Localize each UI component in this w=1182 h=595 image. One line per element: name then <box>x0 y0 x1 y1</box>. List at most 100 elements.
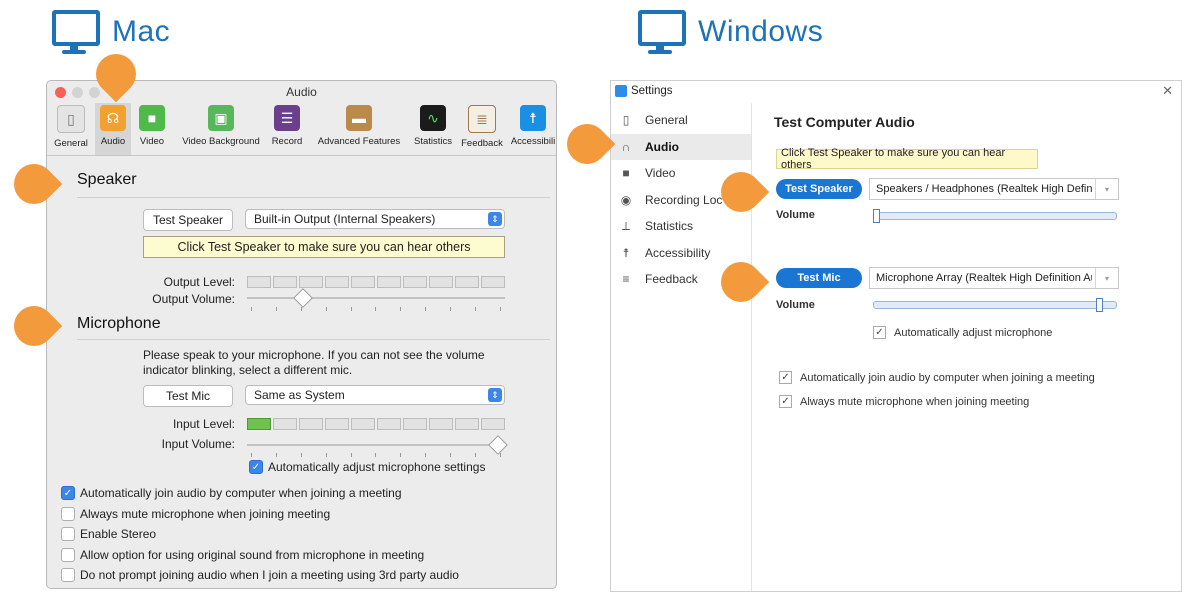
option-label: Do not prompt joining audio when I join … <box>80 568 459 582</box>
mac-heading: Mac <box>50 8 170 56</box>
chevron-down-icon: ▾ <box>1095 179 1118 199</box>
mac-heading-label: Mac <box>112 15 171 48</box>
mac-option-row[interactable]: Do not prompt joining audio when I join … <box>61 568 459 582</box>
option-label: Automatically join audio by computer whe… <box>800 371 1095 384</box>
option-checkbox[interactable]: ✓ <box>61 486 75 500</box>
output-volume-label: Output Volume: <box>152 292 235 306</box>
mac-option-row[interactable]: Always mute microphone when joining meet… <box>61 506 331 521</box>
meter-segment <box>377 276 401 288</box>
auto-adjust-checkbox[interactable]: ✓ <box>249 460 263 474</box>
mac-option-row[interactable]: Allow option for using original sound fr… <box>61 547 424 562</box>
chevron-down-icon: ▾ <box>1095 268 1118 288</box>
win-option-row[interactable]: ✓ Always mute microphone when joining mee… <box>779 395 1029 408</box>
option-checkbox[interactable] <box>61 506 75 521</box>
input-level-meter <box>247 418 505 430</box>
video-camera-icon: ■ <box>139 105 165 131</box>
option-checkbox[interactable] <box>61 568 75 582</box>
mic-volume-thumb[interactable] <box>1096 298 1104 312</box>
microphone-device-select[interactable]: Microphone Array (Realtek High Definitio… <box>869 267 1119 289</box>
checkmark-icon[interactable]: ✓ <box>873 326 886 339</box>
toolbar-item-audio[interactable]: ☊ Audio <box>95 103 131 155</box>
windows-titlebar: Settings ✕ <box>611 81 1181 103</box>
option-label: Always mute microphone when joining meet… <box>80 506 331 521</box>
mac-option-row[interactable]: ✓ Automatically join audio by computer wh… <box>61 486 402 500</box>
sidebar-item-label: Accessibility <box>645 245 711 260</box>
meter-segment <box>247 418 271 430</box>
meter-segment <box>481 418 505 430</box>
sidebar-item-label: Statistics <box>645 219 694 233</box>
test-speaker-tooltip: Click Test Speaker to make sure you can … <box>143 236 505 258</box>
test-mic-button[interactable]: Test Mic <box>143 385 233 407</box>
waveform-icon: ∿ <box>420 105 446 131</box>
meter-segment <box>403 276 427 288</box>
input-level-label: Input Level: <box>172 417 235 431</box>
option-label: Automatically join audio by computer whe… <box>80 486 402 500</box>
output-volume-slider[interactable] <box>247 297 505 299</box>
option-checkbox[interactable] <box>61 527 75 541</box>
toolbar-item-video[interactable]: ■ Video <box>137 103 167 155</box>
headphones-icon: ∩ <box>621 139 631 154</box>
toolbar-item-general[interactable]: ▯ General <box>51 103 91 155</box>
headphones-icon: ☊ <box>100 105 126 131</box>
slider-ticks <box>251 307 501 311</box>
meter-segment <box>247 276 271 288</box>
chevron-updown-icon: ⇕ <box>488 388 502 402</box>
microphone-device-value: Same as System <box>254 388 345 402</box>
meter-segment <box>429 418 453 430</box>
accessibility-icon: ☨ <box>622 245 630 260</box>
option-checkbox[interactable]: ✓ <box>779 371 792 384</box>
microphone-instructions: Please speak to your microphone. If you … <box>143 348 485 377</box>
output-level-meter <box>247 276 505 288</box>
mac-audio-window: Audio ▯ General ☊ Audio ■ Video ▣ Video … <box>46 80 557 589</box>
option-label: Enable Stereo <box>80 527 157 541</box>
mic-volume-slider[interactable] <box>873 301 1117 309</box>
sidebar-item-accessibility[interactable]: ☨ Accessibility <box>611 240 751 266</box>
meter-segment <box>273 276 297 288</box>
test-speaker-button[interactable]: Test Speaker <box>776 179 862 199</box>
toolbar-item-advanced-features[interactable]: ▬ Advanced Features <box>311 103 407 155</box>
toolbar-item-statistics[interactable]: ∿ Statistics <box>410 103 456 155</box>
mac-option-row[interactable]: Enable Stereo <box>61 527 156 541</box>
speaker-device-select[interactable]: Speakers / Headphones (Realtek High Defi… <box>869 178 1119 200</box>
divider <box>77 197 550 198</box>
toolbar-item-feedback[interactable]: ≣ Feedback <box>459 103 505 155</box>
mac-auto-adjust-checkbox-row[interactable]: ✓ Automatically adjust microphone settin… <box>249 460 485 474</box>
speaker-device-select[interactable]: Built-in Output (Internal Speakers) ⇕ <box>245 209 505 229</box>
clipboard-icon: ≣ <box>468 105 496 133</box>
image-icon: ▣ <box>208 105 234 131</box>
close-icon[interactable]: ✕ <box>1162 83 1173 99</box>
toolbar-item-accessibility[interactable]: ☨ Accessibili <box>511 103 555 155</box>
test-speaker-button[interactable]: Test Speaker <box>143 209 233 231</box>
output-volume-thumb[interactable] <box>292 288 313 308</box>
output-level-label: Output Level: <box>163 275 235 289</box>
speaker-volume-slider[interactable] <box>873 212 1117 220</box>
meter-segment <box>377 418 401 430</box>
test-mic-button[interactable]: Test Mic <box>776 268 862 288</box>
accessibility-icon: ☨ <box>520 105 546 131</box>
sidebar-item-audio[interactable]: ∩ Audio <box>611 133 751 160</box>
input-volume-slider[interactable] <box>247 444 505 446</box>
chevron-updown-icon: ⇕ <box>488 212 502 226</box>
film-icon: ☰ <box>274 105 300 131</box>
input-volume-thumb[interactable] <box>488 435 508 455</box>
sidebar-item-general[interactable]: ▯ General <box>611 107 751 133</box>
toolbar-item-video-background[interactable]: ▣ Video Background <box>178 103 264 155</box>
option-checkbox[interactable] <box>61 547 75 562</box>
microphone-device-select[interactable]: Same as System ⇕ <box>245 385 505 405</box>
win-option-row[interactable]: ✓ Automatically join audio by computer wh… <box>779 371 1095 384</box>
win-auto-adjust-checkbox-row[interactable]: ✓ Automatically adjust microphone <box>873 326 1052 339</box>
meter-segment <box>273 418 297 430</box>
pulse-icon: ⟂ <box>621 218 630 233</box>
test-speaker-tooltip: Click Test Speaker to make sure you can … <box>776 147 1038 171</box>
microphone-device-value: Microphone Array (Realtek High Definitio… <box>876 272 1092 284</box>
option-label: Always mute microphone when joining meet… <box>800 395 1030 408</box>
toolbar-item-record[interactable]: ☰ Record <box>269 103 305 155</box>
meter-segment <box>325 276 349 288</box>
option-checkbox[interactable]: ✓ <box>779 395 792 408</box>
speaker-volume-thumb[interactable] <box>873 209 880 223</box>
monitor-icon <box>636 8 686 56</box>
input-volume-label: Input Volume: <box>161 437 235 451</box>
sidebar-item-statistics[interactable]: ⟂ Statistics <box>611 213 751 239</box>
video-camera-icon: ■ <box>622 166 630 180</box>
windows-window-title: Settings <box>631 85 673 97</box>
